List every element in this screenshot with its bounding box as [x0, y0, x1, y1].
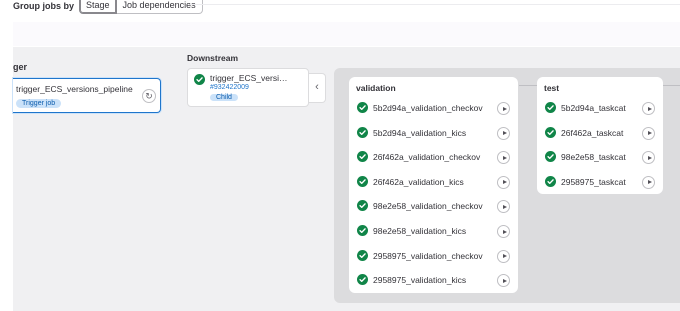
stage-validation: validation 5b2d94a_validation_checkov 5b2d…	[349, 77, 518, 293]
retry-icon[interactable]: ↻	[142, 89, 156, 103]
group-by-job-dependencies-button[interactable]: Job dependencies	[116, 0, 203, 14]
group-by-toolbar: Group jobs by Stage Job dependencies	[13, 0, 203, 18]
play-icon[interactable]	[497, 200, 510, 214]
job-name[interactable]: 2958975_taskcat	[561, 177, 626, 187]
job-item[interactable]: 5b2d94a_validation_kics	[349, 121, 518, 145]
play-icon[interactable]	[497, 249, 510, 263]
job-name[interactable]: 98e2e58_validation_checkov	[373, 201, 483, 211]
job-name[interactable]: 26f462a_validation_checkov	[373, 152, 480, 162]
job-name[interactable]: 26f462a_validation_kics	[373, 177, 464, 187]
pipeline-header-band	[13, 22, 680, 46]
job-item[interactable]: 98e2e58_taskcat	[537, 145, 663, 169]
status-success-icon	[357, 274, 368, 286]
trigger-job-badge: Trigger job	[16, 99, 62, 108]
job-item[interactable]: 5b2d94a_taskcat	[537, 96, 663, 120]
stage-test: test 5b2d94a_taskcat 26f462a_taskcat 98e2e5…	[537, 77, 663, 194]
job-item[interactable]: 2958975_taskcat	[537, 170, 663, 194]
status-success-icon	[545, 151, 556, 163]
job-name[interactable]: 5b2d94a_validation_checkov	[373, 103, 483, 113]
group-by-segmented-control: Stage Job dependencies	[79, 0, 203, 14]
job-item[interactable]: 26f462a_validation_kics	[349, 170, 518, 194]
upstream-title: ger	[13, 62, 28, 72]
group-by-stage-button[interactable]: Stage	[79, 0, 117, 14]
job-name[interactable]: 26f462a_taskcat	[561, 128, 623, 138]
play-icon[interactable]	[497, 102, 510, 115]
job-name[interactable]: 2958975_validation_kics	[373, 275, 466, 285]
job-name[interactable]: 98e2e58_validation_kics	[373, 226, 466, 236]
stage-connector	[519, 85, 537, 86]
job-item[interactable]: 98e2e58_validation_checkov	[349, 194, 518, 218]
play-icon[interactable]	[497, 126, 510, 140]
status-success-icon	[357, 126, 368, 138]
stage-title: validation	[356, 83, 396, 93]
job-name[interactable]: 2958975_validation_checkov	[373, 251, 483, 261]
job-item[interactable]: 5b2d94a_validation_checkov	[349, 96, 518, 120]
play-icon[interactable]	[642, 175, 655, 189]
job-item[interactable]: 2958975_validation_kics	[349, 268, 518, 292]
status-success-icon	[357, 151, 368, 163]
job-item[interactable]: 26f462a_validation_checkov	[349, 145, 518, 169]
play-icon[interactable]	[642, 102, 655, 115]
play-icon[interactable]	[497, 225, 510, 238]
stage-title: test	[544, 83, 560, 93]
downstream-pipeline-card[interactable]: trigger_ECS_versi… #932422009 Child	[187, 68, 309, 107]
chevron-left-icon[interactable]: ‹	[309, 73, 326, 103]
job-item[interactable]: 2958975_validation_checkov	[349, 244, 518, 268]
status-success-icon	[545, 102, 556, 113]
job-name[interactable]: 5b2d94a_taskcat	[561, 103, 626, 113]
play-icon[interactable]	[497, 274, 510, 288]
downstream-pipeline-id-link[interactable]: #932422009	[210, 84, 249, 91]
status-success-icon	[357, 225, 368, 236]
play-icon[interactable]	[497, 175, 510, 189]
play-icon[interactable]	[642, 126, 655, 140]
upstream-pipeline-name[interactable]: trigger_ECS_versions_pipeline	[16, 84, 133, 94]
status-success-icon	[194, 74, 205, 85]
job-item[interactable]: 26f462a_taskcat	[537, 121, 663, 145]
child-badge: Child	[210, 94, 238, 101]
job-item[interactable]: 98e2e58_validation_kics	[349, 219, 518, 243]
upstream-pipeline-card[interactable]: trigger_ECS_versions_pipeline Trigger jo…	[13, 78, 161, 113]
stage-connector-tail	[662, 85, 680, 86]
play-icon[interactable]	[497, 151, 510, 165]
status-success-icon	[357, 249, 368, 261]
downstream-title: Downstream	[187, 53, 239, 63]
status-success-icon	[545, 175, 556, 187]
status-success-icon	[545, 126, 556, 138]
status-success-icon	[357, 200, 368, 212]
play-icon[interactable]	[642, 151, 655, 165]
status-success-icon	[357, 175, 368, 187]
downstream-pipeline-name[interactable]: trigger_ECS_versi…	[210, 73, 287, 83]
job-name[interactable]: 5b2d94a_validation_kics	[373, 128, 466, 138]
group-by-label: Group jobs by	[13, 1, 75, 11]
toolbar-divider	[190, 4, 680, 5]
job-name[interactable]: 98e2e58_taskcat	[561, 152, 626, 162]
status-success-icon	[357, 102, 368, 113]
